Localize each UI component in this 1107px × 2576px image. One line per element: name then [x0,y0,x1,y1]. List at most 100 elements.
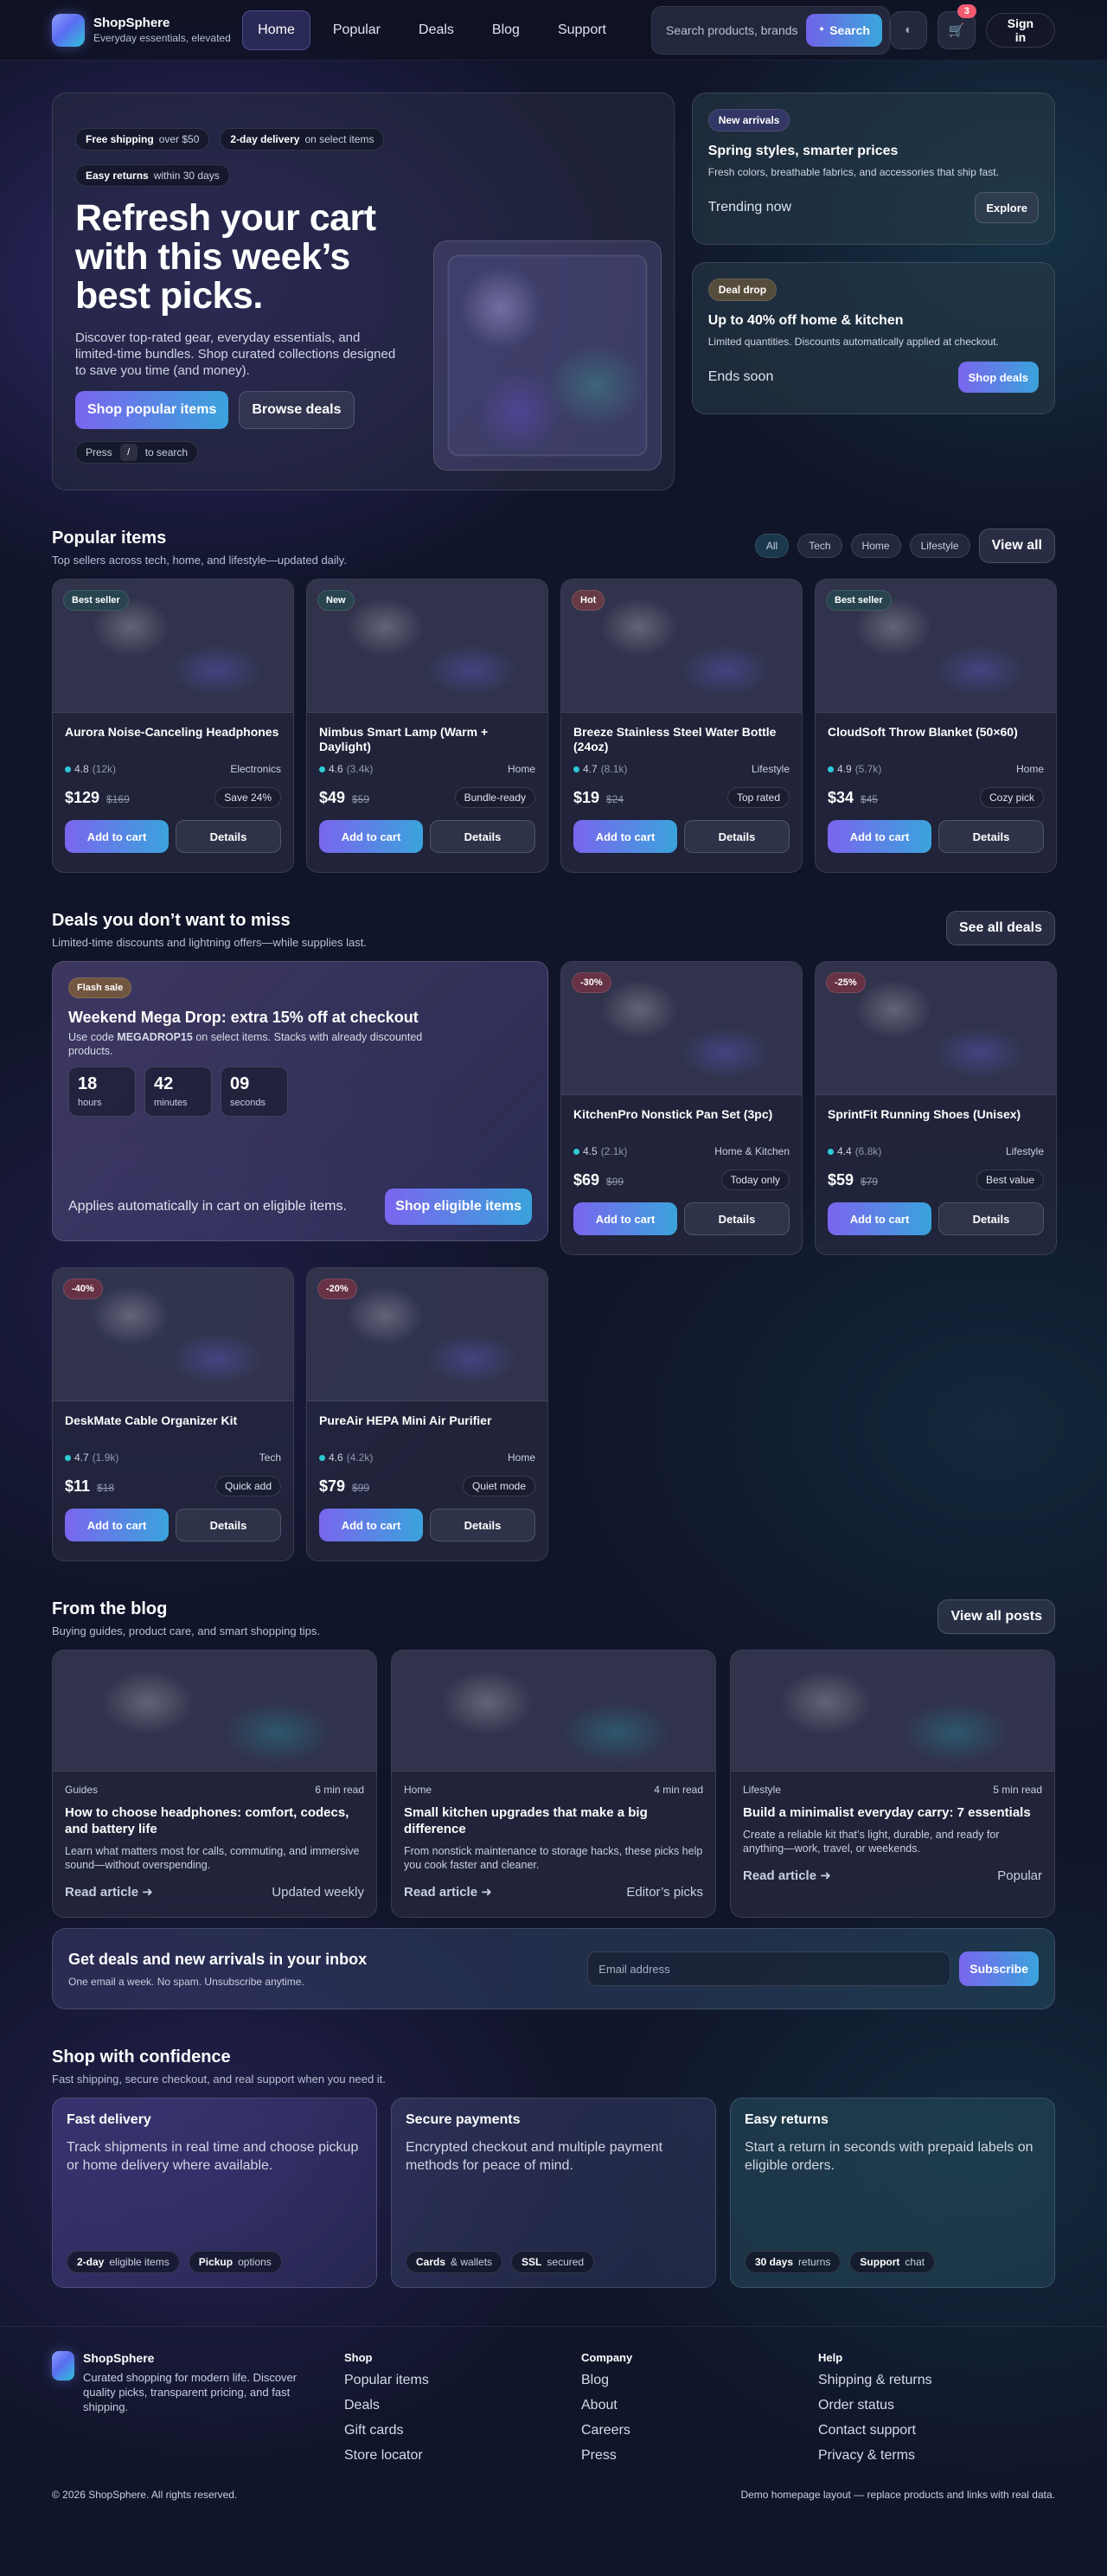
hero-image [432,240,662,471]
footer-link[interactable]: About [581,2398,818,2413]
see-all-deals-button[interactable]: See all deals [945,911,1055,945]
details-button[interactable]: Details [938,1202,1044,1235]
post-title[interactable]: Build a minimalist everyday carry: 7 ess… [743,1804,1042,1821]
add-to-cart-button[interactable]: Add to cart [65,1509,169,1541]
details-button[interactable]: Details [176,820,281,853]
add-to-cart-button[interactable]: Add to cart [828,820,931,853]
filter-all[interactable]: All [754,534,790,558]
arrow-right-icon: ➜ [481,1885,492,1900]
footer-link[interactable]: Order status [818,2398,1055,2413]
add-to-cart-button[interactable]: Add to cart [319,1509,423,1541]
footer-link[interactable]: Blog [581,2373,818,2388]
product-note: Bundle-ready [454,787,535,808]
read-article-link[interactable]: Read article ➜ [743,1868,831,1883]
product-category: Tech [259,1451,281,1464]
hero-chip: Easy returns within 30 days [75,164,230,187]
product-name[interactable]: CloudSoft Throw Blanket (50×60) [828,725,1044,754]
footer-link[interactable]: Store locator [344,2448,581,2464]
post-label: Editor’s picks [626,1884,703,1900]
details-button[interactable]: Details [938,820,1044,853]
shop-deals-button[interactable]: Shop deals [957,362,1039,393]
footer-link[interactable]: Popular items [344,2373,581,2388]
product-rating: 4.7 (1.9k) [65,1451,118,1464]
search-input[interactable] [666,22,799,37]
read-article-link[interactable]: Read article ➜ [65,1884,153,1900]
product-price: $11 [65,1477,91,1495]
nav-home[interactable]: Home [242,10,310,50]
search-button[interactable]: ✦ Search [805,13,882,47]
footer-link[interactable]: Press [581,2448,818,2464]
footer-column-title: Help [818,2351,843,2364]
footer-link[interactable]: Privacy & terms [818,2448,1055,2464]
footer-link[interactable]: Deals [344,2398,581,2413]
filter-home[interactable]: Home [850,534,901,558]
main-nav: Home Popular Deals Blog Support [242,10,622,50]
brand-name: ShopSphere [93,16,170,30]
signin-button[interactable]: Sign in [985,12,1055,48]
details-button[interactable]: Details [176,1509,281,1541]
hero-section: Free shipping over $50 2-day delivery on s… [0,93,1107,490]
nav-deals[interactable]: Deals [403,10,470,50]
view-all-button[interactable]: View all [978,529,1055,563]
details-button[interactable]: Details [684,1202,790,1235]
filter-tech[interactable]: Tech [797,534,842,558]
subscribe-button[interactable]: Subscribe [959,1951,1039,1986]
product-note: Save 24% [214,787,281,808]
add-to-cart-button[interactable]: Add to cart [828,1202,931,1235]
shop-eligible-button[interactable]: Shop eligible items [385,1189,532,1225]
product-name[interactable]: Nimbus Smart Lamp (Warm + Daylight) [319,725,535,754]
footer-link[interactable]: Gift cards [344,2423,581,2438]
view-all-posts-button[interactable]: View all posts [937,1599,1055,1634]
details-button[interactable]: Details [430,1509,535,1541]
filter-lifestyle[interactable]: Lifestyle [909,534,970,558]
newsletter-subtitle: One email a week. No spam. Unsubscribe a… [68,1975,304,1988]
star-icon [65,766,71,772]
add-to-cart-button[interactable]: Add to cart [573,1202,677,1235]
product-note: Quick add [214,1476,281,1496]
confidence-chip: SSL secured [511,2251,595,2273]
browse-deals-button[interactable]: Browse deals [239,391,355,429]
post-category: Guides [65,1784,99,1796]
product-name[interactable]: PureAir HEPA Mini Air Purifier [319,1413,535,1443]
confidence-chip: 30 days returns [745,2251,841,2273]
footer-link[interactable]: Shipping & returns [818,2373,1055,2388]
nav-support[interactable]: Support [542,10,622,50]
arrow-right-icon: ➜ [142,1885,153,1900]
post-title[interactable]: Small kitchen upgrades that make a big d… [404,1804,703,1837]
footer-link[interactable]: Careers [581,2423,818,2438]
explore-button[interactable]: Explore [975,192,1039,223]
read-article-link[interactable]: Read article ➜ [404,1884,492,1900]
add-to-cart-button[interactable]: Add to cart [573,820,677,853]
product-name[interactable]: SprintFit Running Shoes (Unisex) [828,1107,1044,1137]
product-image: Best seller [816,580,1056,713]
theme-toggle-button[interactable]: ◐ [889,10,928,49]
details-button[interactable]: Details [430,820,535,853]
footer-link[interactable]: Contact support [818,2423,1055,2438]
product-name[interactable]: Breeze Stainless Steel Water Bottle (24o… [573,725,790,754]
nav-popular[interactable]: Popular [317,10,396,50]
confidence-chip: 2-day eligible items [67,2251,180,2273]
sparkle-icon: ✦ [817,25,826,35]
footer-logo-icon [52,2351,74,2381]
cart-button[interactable]: 🛒 3 [937,3,976,49]
details-button[interactable]: Details [684,820,790,853]
product-old-price: $99 [352,1481,370,1494]
product-card: -25% SprintFit Running Shoes (Unisex) 4.… [815,961,1057,1255]
product-name[interactable]: DeskMate Cable Organizer Kit [65,1413,281,1443]
product-tag: -30% [572,972,611,993]
product-old-price: $169 [106,792,130,805]
add-to-cart-button[interactable]: Add to cart [65,820,169,853]
add-to-cart-button[interactable]: Add to cart [319,820,423,853]
post-read-time: 6 min read [315,1784,364,1796]
post-title[interactable]: How to choose headphones: comfort, codec… [65,1804,364,1837]
product-category: Lifestyle [1005,1145,1044,1157]
promo-title: Spring styles, smarter prices [707,144,899,158]
product-name[interactable]: KitchenPro Nonstick Pan Set (3pc) [573,1107,790,1137]
star-icon [573,766,579,772]
nav-blog[interactable]: Blog [477,10,535,50]
confidence-title: Easy returns [745,2112,829,2127]
logo[interactable]: ShopSphere Everyday essentials, elevated [52,13,242,47]
product-name[interactable]: Aurora Noise-Canceling Headphones [65,725,281,754]
shop-popular-button[interactable]: Shop popular items [75,391,229,429]
email-input[interactable] [587,1951,951,1986]
